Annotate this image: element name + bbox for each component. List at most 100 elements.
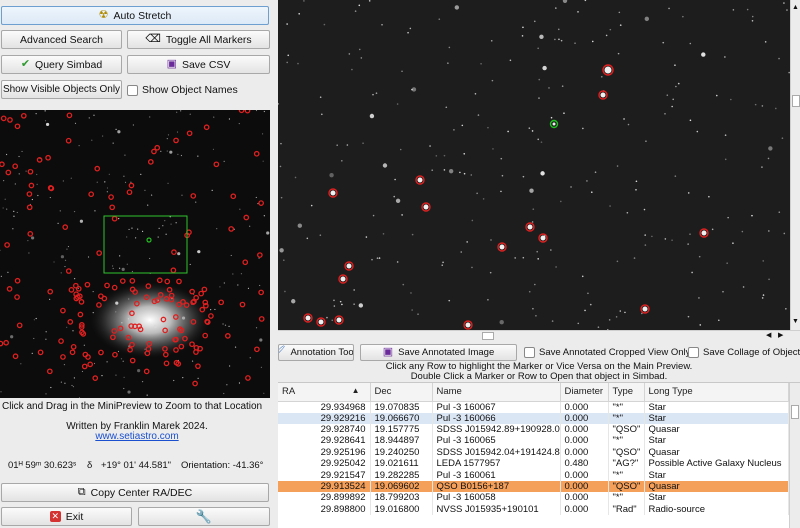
checkbox-box[interactable] [688, 347, 699, 358]
query-simbad-button[interactable]: ✔ Query Simbad [1, 55, 122, 74]
save-collage-checkbox[interactable]: Save Collage of Objects [688, 347, 800, 358]
column-header-diameter[interactable]: Diameter [560, 383, 609, 402]
star [635, 180, 638, 183]
table-row-highlighted[interactable]: 29.913524 19.069602 QSO B0156+187 0.000 … [278, 480, 789, 493]
cell-type: "*" [608, 435, 645, 447]
copy-center-button[interactable]: ⧉ Copy Center RA/DEC [1, 483, 269, 502]
star [60, 255, 65, 259]
table-row[interactable]: 29.934968 19.070835 Pul -3 160067 0.000 … [278, 401, 789, 413]
star [395, 198, 401, 203]
star [487, 126, 489, 129]
website-link[interactable]: www.setiastro.com [0, 431, 274, 442]
star [715, 94, 718, 97]
star [341, 159, 343, 162]
scroll-down-icon[interactable]: ▼ [792, 318, 799, 325]
star [266, 231, 270, 235]
scroll-up-icon[interactable]: ▲ [792, 4, 799, 11]
star [214, 308, 216, 311]
star [123, 387, 125, 390]
save-cropped-checkbox[interactable]: Save Annotated Cropped View Only [524, 347, 690, 358]
toggle-markers-button[interactable]: ⌫ Toggle All Markers [127, 30, 270, 49]
star [249, 225, 251, 227]
star [102, 135, 104, 137]
bright-star [540, 235, 546, 241]
table-row[interactable]: 29.929216 19.066670 Pul -3 160066 0.000 … [278, 412, 789, 424]
column-header-name[interactable]: Name [432, 383, 561, 402]
advanced-search-button[interactable]: Advanced Search [1, 30, 122, 49]
star [18, 155, 20, 158]
show-object-names-checkbox[interactable]: Show Object Names [127, 84, 238, 96]
star [45, 393, 47, 395]
column-header-type[interactable]: Type [608, 383, 645, 402]
hscroll-thumb[interactable] [482, 332, 494, 340]
star [181, 194, 183, 196]
star [535, 314, 537, 317]
results-table: RA ▲ Dec Name Diameter Type Long Type 29.… [278, 382, 800, 528]
cell-type: "AG?" [608, 458, 645, 470]
star [644, 234, 646, 236]
star [33, 337, 35, 340]
star [81, 370, 84, 373]
star [63, 364, 66, 366]
column-header-long-type[interactable]: Long Type [644, 383, 789, 402]
cell-ra: 29.928740 [278, 423, 371, 436]
table-row[interactable]: 29.928641 18.944897 Pul -3 160065 0.000 … [278, 435, 789, 447]
checkbox-box[interactable] [127, 84, 138, 96]
star [59, 210, 61, 212]
table-row[interactable]: 29.928740 19.157775 SDSS J015942.89+1909… [278, 423, 789, 436]
exit-button[interactable]: ✕ Exit [1, 507, 132, 526]
table-vertical-scrollbar[interactable] [789, 383, 800, 528]
star [287, 54, 290, 57]
mini-preview[interactable] [0, 110, 270, 398]
save-csv-button[interactable]: ▣ Save CSV [127, 55, 270, 74]
star [551, 320, 554, 322]
column-header-ra[interactable]: RA ▲ [278, 383, 371, 402]
star [522, 256, 525, 259]
star [237, 284, 239, 286]
auto-stretch-button[interactable]: ☢ Auto Stretch [1, 6, 269, 25]
star [249, 357, 251, 359]
bright-star [318, 319, 324, 325]
table-row[interactable]: 29.899892 18.799203 Pul -3 160058 0.000 … [278, 492, 789, 504]
table-row[interactable]: 29.925042 19.021611 LEDA 1577957 0.480 "… [278, 458, 789, 470]
star [741, 230, 744, 233]
scroll-left-icon[interactable]: ◀ [766, 331, 771, 339]
bright-star [604, 66, 612, 74]
cell-type: "QSO" [608, 446, 645, 459]
star [7, 271, 9, 273]
table-row[interactable]: 29.925196 19.240250 SDSS J015942.04+1914… [278, 446, 789, 459]
star [538, 78, 541, 81]
settings-button[interactable]: 🔧 [138, 507, 270, 526]
star [137, 228, 139, 230]
star [132, 124, 134, 126]
column-header-dec[interactable]: Dec [370, 383, 433, 402]
table-row[interactable]: 29.898800 19.016800 NVSS J015935+190101 … [278, 503, 789, 516]
main-vertical-scrollbar[interactable]: ▲ ▼ [790, 0, 800, 330]
scroll-thumb[interactable] [792, 95, 800, 107]
show-visible-objects-button[interactable]: Show Visible Objects Only [1, 80, 122, 99]
main-preview[interactable]: ▲ ▼ ◀ ▶ [278, 0, 800, 341]
star [724, 158, 727, 161]
main-horizontal-scrollbar[interactable]: ◀ ▶ [278, 330, 800, 341]
star [4, 198, 6, 200]
annotation-tools-button[interactable]: 🖌 Annotation Tools [278, 344, 354, 361]
star [476, 192, 478, 195]
star [49, 298, 51, 300]
star [644, 16, 650, 22]
star [443, 169, 446, 171]
table-row[interactable]: 29.921547 19.282285 Pul -3 160061 0.000 … [278, 469, 789, 481]
star [538, 97, 540, 99]
star [711, 228, 714, 231]
save-annotated-image-button[interactable]: ▣ Save Annotated Image [360, 344, 517, 361]
star [761, 297, 764, 299]
star [764, 41, 767, 43]
cell-ra: 29.921547 [278, 469, 371, 481]
star [16, 211, 18, 214]
checkbox-box[interactable] [524, 347, 535, 358]
scroll-right-icon[interactable]: ▶ [778, 331, 783, 339]
table-scroll-thumb[interactable] [791, 405, 799, 419]
star [167, 134, 170, 136]
star [627, 123, 630, 126]
star [624, 311, 626, 314]
star [64, 382, 66, 384]
